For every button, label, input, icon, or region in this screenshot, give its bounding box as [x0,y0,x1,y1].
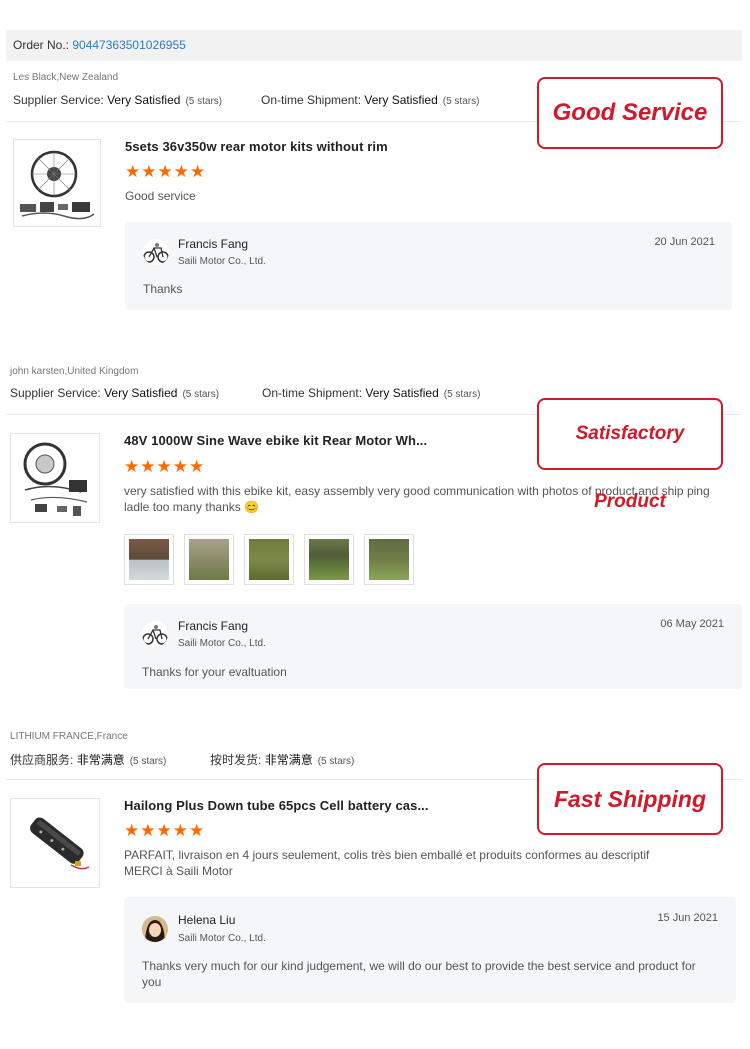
reply-author: Francis Fang [178,237,249,251]
highlight-badge: Satisfactory Product [537,398,723,512]
reply-company: Saili Motor Co., Ltd. [178,256,266,267]
buyer-name: john karsten,United Kingdom [10,366,139,377]
shipment-rating: On-time Shipment: Very Satisfied (5 stars… [262,386,481,400]
reply-date: 06 May 2021 [660,618,724,630]
reply-text: Thanks [143,282,183,296]
supplier-service-rating: 供应商服务: 非常满意 (5 stars) [10,753,167,767]
reply-date: 15 Jun 2021 [657,912,718,924]
reply-text: Thanks very much for our kind judgement,… [142,959,696,989]
shipment-rating: On-time Shipment: Very Satisfied (5 stars… [261,93,480,107]
order-bar: Order No.: 90447363501026955 [6,30,742,61]
review-comment: Good service [125,189,196,203]
shipment-rating: 按时发货: 非常满意 (5 stars) [210,753,355,767]
product-title[interactable]: Hailong Plus Down tube 65pcs Cell batter… [124,798,429,813]
highlight-badge: Fast Shipping [537,763,723,835]
reply-text: Thanks for your evaltuation [142,665,287,679]
user-avatar-icon [142,916,168,942]
product-thumbnail[interactable] [13,139,101,227]
review-photo[interactable] [364,534,414,585]
reply-author: Francis Fang [178,619,249,633]
star-rating: ★★★★★ [125,162,207,181]
reply-author: Helena Liu [178,913,236,927]
supplier-reply: Helena Liu Saili Motor Co., Ltd. 15 Jun … [124,897,736,1003]
reply-date: 20 Jun 2021 [654,236,715,248]
order-number-label: Order No.: 90447363501026955 [13,38,186,52]
review-photo[interactable] [124,534,174,585]
buyer-name: Les Black,New Zealand [13,72,119,83]
reply-company: Saili Motor Co., Ltd. [178,933,266,944]
review-comment: PARFAIT, livraison en 4 jours seulement,… [124,848,650,878]
bike-avatar-icon [142,621,168,647]
review-photo[interactable] [244,534,294,585]
reply-company: Saili Motor Co., Ltd. [178,638,266,649]
star-rating: ★★★★★ [124,821,206,840]
supplier-reply: Francis Fang Saili Motor Co., Ltd. 20 Ju… [125,222,732,310]
product-thumbnail[interactable] [10,798,100,888]
supplier-reply: Francis Fang Saili Motor Co., Ltd. 06 Ma… [124,604,742,689]
supplier-service-rating: Supplier Service: Very Satisfied (5 stars… [10,386,220,400]
review-photo[interactable] [184,534,234,585]
review-photo[interactable] [304,534,354,585]
product-title[interactable]: 48V 1000W Sine Wave ebike kit Rear Motor… [124,433,427,448]
supplier-service-rating: Supplier Service: Very Satisfied (5 stars… [13,93,223,107]
order-number-link[interactable]: 90447363501026955 [72,38,185,52]
highlight-badge: Good Service [537,77,723,149]
star-rating: ★★★★★ [124,457,206,476]
buyer-name: LITHIUM FRANCE,France [10,731,128,742]
bike-avatar-icon [143,239,169,265]
product-thumbnail[interactable] [10,433,100,523]
product-title[interactable]: 5sets 36v350w rear motor kits without ri… [125,139,388,154]
